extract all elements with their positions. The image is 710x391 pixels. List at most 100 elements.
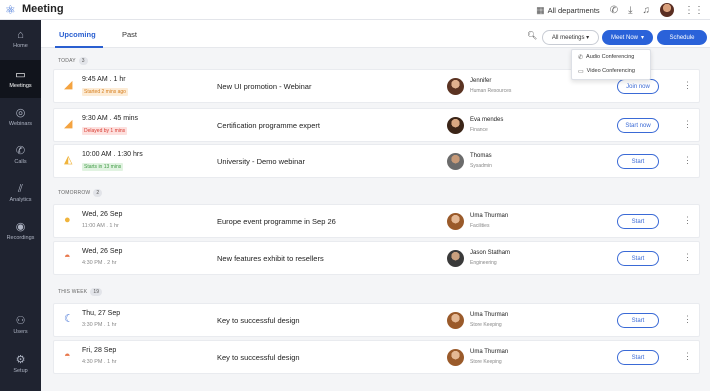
- chevron-down-icon: ▾: [641, 35, 645, 41]
- more-options-icon[interactable]: ⋮: [683, 119, 692, 129]
- webinar-live-icon: ◢: [64, 79, 73, 91]
- meeting-title: University - Demo webinar: [217, 157, 305, 166]
- sidebar-item-users[interactable]: ⚇ Users: [0, 306, 41, 344]
- analytics-icon: ⫽: [18, 183, 23, 195]
- tab-past[interactable]: Past: [122, 30, 137, 39]
- department-selector[interactable]: ▦ All departments: [536, 5, 600, 16]
- sunset-icon: ◓: [64, 350, 71, 362]
- all-meetings-filter[interactable]: All meetings ▾: [542, 30, 599, 45]
- meet-now-dropdown: ✆ Audio Conferencing ▭ Video Conferencin…: [571, 49, 651, 80]
- meeting-card[interactable]: ◭ 10:00 AM . 1:30 hrs Starts in 13 mins …: [53, 144, 700, 178]
- status-badge: Starts in 13 mins: [82, 163, 124, 171]
- sidebar-item-calls[interactable]: ✆ Calls: [0, 136, 41, 174]
- audio-conferencing-option[interactable]: ✆ Audio Conferencing: [572, 50, 650, 64]
- host-department: Store Keeping: [470, 322, 502, 328]
- meeting-card[interactable]: ☾ Thu, 27 Sep 3:30 PM . 1 hr Key to succ…: [53, 303, 700, 337]
- host-name: Eva mendes: [470, 117, 504, 123]
- more-options-icon[interactable]: ⋮: [683, 155, 692, 165]
- app-title: Meeting: [22, 3, 64, 15]
- meeting-title: Certification programme expert: [217, 121, 320, 130]
- meeting-date: Wed, 26 Sep: [82, 248, 123, 255]
- option-label: Audio Conferencing: [586, 54, 635, 60]
- host-name: Uma Thurman: [470, 312, 509, 318]
- search-icon[interactable]: 🔍︎: [527, 31, 537, 40]
- sidebar-item-home[interactable]: ⌂ Home: [0, 20, 41, 58]
- start-button[interactable]: Start: [617, 154, 659, 169]
- section-label: TOMORROW: [58, 190, 91, 196]
- schedule-button[interactable]: Schedule: [657, 30, 707, 45]
- more-options-icon[interactable]: ⋮: [683, 215, 692, 225]
- option-label: Video Conferencing: [586, 68, 635, 74]
- sidebar-item-label: Analytics: [9, 197, 32, 203]
- avatar: [447, 349, 464, 366]
- meeting-title: Europe event programme in Sep 26: [217, 217, 336, 226]
- download-icon[interactable]: ⤓: [628, 5, 632, 16]
- building-icon: ▦: [536, 4, 545, 15]
- sidebar-item-recordings[interactable]: ◉ Recordings: [0, 212, 41, 250]
- user-avatar[interactable]: [660, 3, 674, 17]
- video-icon: ▭: [578, 68, 584, 75]
- sidebar-item-setup[interactable]: ⚙ Setup: [0, 345, 41, 383]
- sidebar: ⌂ Home ▭ Meetings ◎ Webinars ✆ Calls ⫽ A…: [0, 20, 41, 391]
- avatar: [447, 312, 464, 329]
- meeting-card[interactable]: ◓ Fri, 28 Sep 4:30 PM . 1 hr Key to succ…: [53, 340, 700, 374]
- start-button[interactable]: Start: [617, 214, 659, 229]
- more-options-icon[interactable]: ⋮: [683, 252, 692, 262]
- record-icon: ◉: [15, 221, 26, 233]
- start-button[interactable]: Start: [617, 350, 659, 365]
- more-options-icon[interactable]: ⋮: [683, 80, 692, 90]
- sidebar-item-analytics[interactable]: ⫽ Analytics: [0, 174, 41, 212]
- phone-icon: ✆: [15, 145, 26, 157]
- notification-icon[interactable]: ♫: [643, 5, 651, 16]
- meeting-logo-icon: ⚛: [5, 3, 16, 17]
- sidebar-item-label: Setup: [13, 368, 28, 374]
- start-button[interactable]: Start: [617, 313, 659, 328]
- main-content: Upcoming Past 🔍︎ All meetings ▾ Meet Now…: [41, 20, 710, 391]
- avatar: [447, 78, 464, 95]
- video-conferencing-option[interactable]: ▭ Video Conferencing: [572, 64, 650, 78]
- start-button[interactable]: Start: [617, 251, 659, 266]
- meeting-time: 9:45 AM . 1 hr: [82, 76, 126, 83]
- meeting-card[interactable]: ◓ Wed, 26 Sep 4:30 PM . 2 hr New feature…: [53, 241, 700, 275]
- status-badge: Started 2 mins ago: [82, 88, 128, 96]
- meeting-title: Key to successful design: [217, 353, 300, 362]
- host-department: Engineering: [470, 260, 497, 266]
- meeting-title: New features exhibit to resellers: [217, 254, 324, 263]
- host-department: Store Keeping: [470, 359, 502, 365]
- host-department: Finance: [470, 127, 488, 133]
- sunset-icon: ◓: [64, 251, 71, 263]
- moon-icon: ☾: [64, 313, 74, 325]
- meeting-time: 9:30 AM . 45 mins: [82, 115, 139, 122]
- phone-icon: ✆: [578, 54, 584, 61]
- meeting-card[interactable]: ◢ 9:30 AM . 45 mins Delayed by 1 mins Ce…: [53, 108, 700, 142]
- meeting-card[interactable]: ● Wed, 26 Sep 11:00 AM . 1 hr Europe eve…: [53, 204, 700, 238]
- meet-now-button[interactable]: Meet Now ▾: [602, 30, 653, 45]
- sidebar-item-webinars[interactable]: ◎ Webinars: [0, 98, 41, 136]
- meeting-date: Thu, 27 Sep: [82, 310, 121, 317]
- host-name: Jennifer: [470, 78, 492, 84]
- phone-icon[interactable]: ✆: [610, 5, 618, 16]
- sidebar-item-meetings[interactable]: ▭ Meetings: [0, 60, 41, 98]
- sidebar-item-label: Calls: [14, 159, 27, 165]
- home-icon: ⌂: [17, 29, 24, 41]
- section-header-today: TODAY 3: [58, 57, 88, 65]
- more-options-icon[interactable]: ⋮: [683, 314, 692, 324]
- tab-upcoming[interactable]: Upcoming: [59, 30, 96, 39]
- join-now-button[interactable]: Join now: [617, 79, 659, 94]
- webinar-icon: ◎: [15, 107, 26, 119]
- apps-grid-icon[interactable]: ⋮⋮: [684, 5, 704, 16]
- avatar: [447, 213, 464, 230]
- host-name: Uma Thurman: [470, 349, 509, 355]
- start-now-button[interactable]: Start now: [617, 118, 659, 133]
- avatar: [447, 117, 464, 134]
- section-label: THIS WEEK: [58, 289, 88, 295]
- meeting-title: New UI promotion - Webinar: [217, 82, 312, 91]
- more-options-icon[interactable]: ⋮: [683, 351, 692, 361]
- host-name: Uma Thurman: [470, 213, 509, 219]
- section-header-tomorrow: TOMORROW 2: [58, 189, 103, 197]
- meet-now-label: Meet Now: [610, 34, 638, 41]
- meeting-title: Key to successful design: [217, 316, 300, 325]
- host-department: Sysadmin: [470, 163, 492, 169]
- count-badge: 3: [78, 57, 88, 65]
- meeting-date: Wed, 26 Sep: [82, 211, 123, 218]
